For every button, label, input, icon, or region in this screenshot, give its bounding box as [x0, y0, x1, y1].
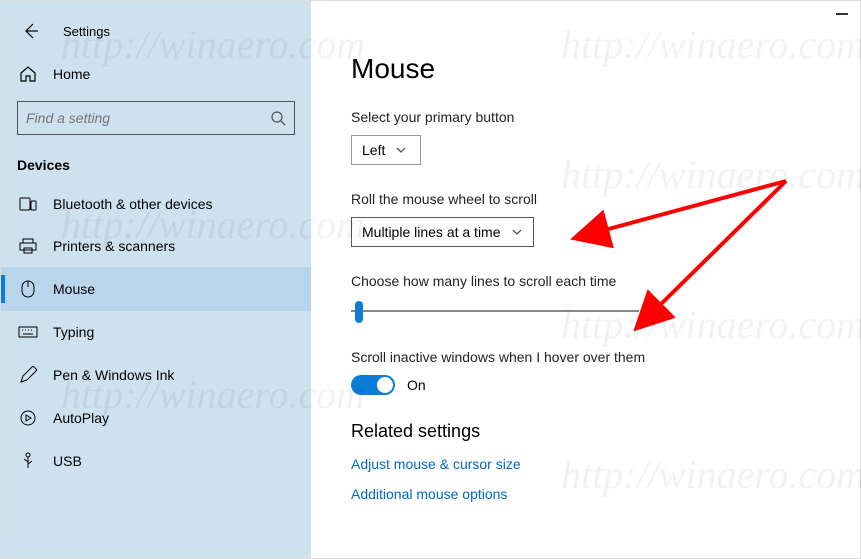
keyboard-icon — [17, 326, 39, 338]
pen-icon — [17, 366, 39, 384]
lines-scroll-slider[interactable] — [351, 299, 639, 323]
link-additional-mouse[interactable]: Additional mouse options — [351, 486, 860, 502]
primary-button-label: Select your primary button — [351, 109, 860, 125]
chevron-down-icon — [511, 226, 523, 238]
lines-scroll-label: Choose how many lines to scroll each tim… — [351, 273, 860, 289]
toggle-state-text: On — [407, 377, 426, 393]
search-icon — [270, 110, 286, 126]
back-button[interactable] — [17, 17, 45, 45]
nav-item-label: Pen & Windows Ink — [53, 367, 174, 383]
slider-thumb[interactable] — [355, 301, 363, 323]
nav-item-printers[interactable]: Printers & scanners — [1, 225, 311, 267]
slider-track — [351, 310, 639, 312]
sidebar: Settings Home Devices Bluetooth & other … — [1, 1, 311, 558]
nav-item-pen[interactable]: Pen & Windows Ink — [1, 353, 311, 397]
nav-item-typing[interactable]: Typing — [1, 311, 311, 353]
search-input[interactable] — [26, 110, 270, 126]
inactive-scroll-label: Scroll inactive windows when I hover ove… — [351, 349, 860, 365]
nav-group-header: Devices — [1, 143, 311, 183]
inactive-scroll-toggle[interactable] — [351, 375, 395, 395]
nav-item-mouse[interactable]: Mouse — [1, 267, 311, 311]
primary-button-dropdown[interactable]: Left — [351, 135, 421, 165]
window-title: Settings — [63, 24, 110, 39]
dropdown-value: Left — [362, 142, 385, 158]
autoplay-icon — [17, 410, 39, 426]
home-nav[interactable]: Home — [1, 55, 311, 93]
main-content: Mouse Select your primary button Left Ro… — [311, 1, 860, 558]
toggle-knob — [377, 377, 393, 393]
related-settings-heading: Related settings — [351, 421, 860, 442]
home-icon — [17, 65, 39, 83]
wheel-scroll-label: Roll the mouse wheel to scroll — [351, 191, 860, 207]
arrow-left-icon — [22, 22, 40, 40]
minimize-button[interactable] — [836, 13, 848, 15]
nav-item-label: Typing — [53, 324, 94, 340]
nav-item-label: Printers & scanners — [53, 238, 175, 254]
nav-item-autoplay[interactable]: AutoPlay — [1, 397, 311, 439]
nav-item-label: Mouse — [53, 281, 95, 297]
usb-icon — [17, 452, 39, 470]
wheel-scroll-dropdown[interactable]: Multiple lines at a time — [351, 217, 534, 247]
link-adjust-cursor[interactable]: Adjust mouse & cursor size — [351, 456, 860, 472]
chevron-down-icon — [395, 144, 407, 156]
printer-icon — [17, 238, 39, 254]
nav-item-label: AutoPlay — [53, 410, 109, 426]
nav-list: Bluetooth & other devices Printers & sca… — [1, 183, 311, 558]
home-label: Home — [53, 66, 90, 82]
nav-item-bluetooth[interactable]: Bluetooth & other devices — [1, 183, 311, 225]
nav-item-label: USB — [53, 453, 82, 469]
nav-item-usb[interactable]: USB — [1, 439, 311, 483]
devices-icon — [17, 197, 39, 211]
nav-item-label: Bluetooth & other devices — [53, 196, 213, 212]
search-box[interactable] — [17, 101, 295, 135]
page-title: Mouse — [351, 53, 860, 85]
mouse-icon — [17, 280, 39, 298]
dropdown-value: Multiple lines at a time — [362, 224, 501, 240]
